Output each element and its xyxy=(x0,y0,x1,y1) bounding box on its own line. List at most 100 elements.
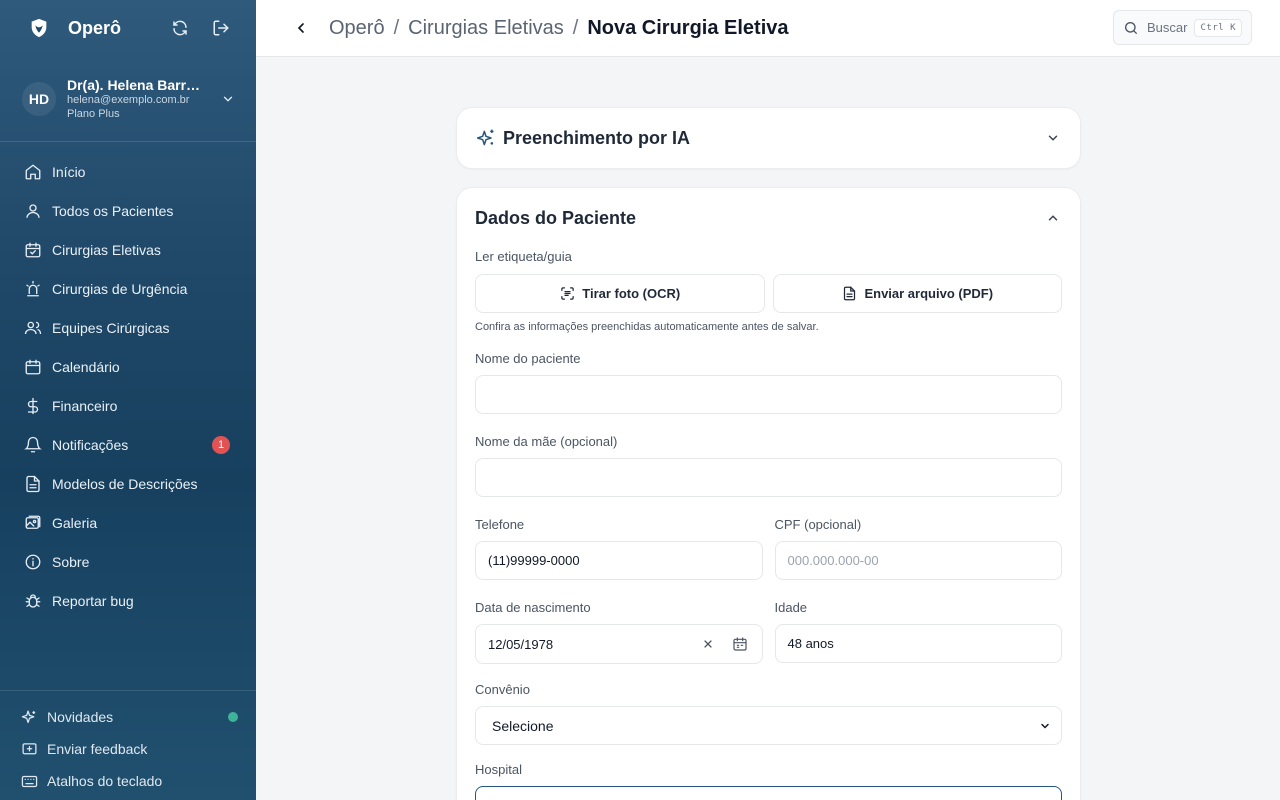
profile-plan: Plano Plus xyxy=(67,107,120,120)
profile-email: helena@exemplo.com.br xyxy=(67,93,190,106)
search-shortcut: Ctrl K xyxy=(1194,18,1242,37)
gallery-icon xyxy=(24,514,42,532)
hospital-block: Hospital Hospital Santa Aurora xyxy=(475,761,1062,800)
bug-icon xyxy=(24,592,42,610)
siren-icon xyxy=(24,280,42,298)
search-label: Buscar xyxy=(1147,20,1188,35)
back-arrow-icon[interactable] xyxy=(288,15,314,41)
brand-bar: Operô xyxy=(0,0,256,56)
chevron-down-icon[interactable] xyxy=(220,91,236,107)
sidebar-item-label: Cirurgias de Urgência xyxy=(52,280,188,297)
patient-card-title: Dados do Paciente xyxy=(475,207,637,228)
avatar: HD xyxy=(22,81,56,116)
sidebar-item-calendario[interactable]: Calendário xyxy=(0,347,256,386)
users-icon xyxy=(24,202,42,220)
mother-name-block: Nome da mãe (opcional) xyxy=(475,433,1062,497)
search-button[interactable]: Buscar Ctrl K xyxy=(1113,10,1252,45)
ocr-buttons: Tirar foto (OCR) Enviar arquivo (PDF) xyxy=(475,274,1062,313)
sidebar-item-label: Calendário xyxy=(52,358,120,375)
hospital-label: Hospital xyxy=(475,762,522,777)
file-text-icon xyxy=(24,475,42,493)
app-name: Operô xyxy=(68,17,122,38)
birth-age-row: Data de nascimento 12/05/1978 Idade 48 a… xyxy=(475,599,1062,664)
age-input[interactable]: 48 anos xyxy=(774,624,1062,663)
top-header: Operô / Cirurgias Eletivas / Nova Cirurg… xyxy=(256,0,1280,57)
birth-date-input[interactable]: 12/05/1978 xyxy=(475,624,763,664)
page-title: Nova Cirurgia Eletiva xyxy=(587,16,789,39)
notification-badge: 1 xyxy=(212,435,230,454)
insurance-select[interactable]: Selecione xyxy=(475,706,1062,745)
breadcrumb-separator: / xyxy=(572,16,579,39)
logout-icon[interactable] xyxy=(208,15,234,41)
pdf-upload-button[interactable]: Enviar arquivo (PDF) xyxy=(772,274,1062,313)
feedback-link[interactable]: Enviar feedback xyxy=(0,733,256,765)
sidebar-item-inicio[interactable]: Início xyxy=(0,152,256,191)
birth-label: Data de nascimento xyxy=(475,600,591,615)
ai-card-title: Preenchimento por IA xyxy=(503,127,691,148)
sidebar-item-bug[interactable]: Reportar bug xyxy=(0,581,256,620)
patient-name-block: Nome do paciente xyxy=(475,350,1062,414)
sidebar-item-sobre[interactable]: Sobre xyxy=(0,542,256,581)
sidebar-item-equipes[interactable]: Equipes Cirúrgicas xyxy=(0,308,256,347)
sidebar-item-pacientes[interactable]: Todos os Pacientes xyxy=(0,191,256,230)
sidebar-item-urgencia[interactable]: Cirurgias de Urgência xyxy=(0,269,256,308)
keyboard-icon xyxy=(20,772,38,790)
breadcrumb-eletivas[interactable]: Cirurgias Eletivas xyxy=(408,17,564,40)
chevron-up-icon[interactable] xyxy=(1044,209,1062,227)
news-link[interactable]: Novidades xyxy=(0,701,256,733)
news-dot xyxy=(228,712,238,722)
patient-card-header[interactable]: Dados do Paciente xyxy=(475,188,1062,248)
sidebar-item-galeria[interactable]: Galeria xyxy=(0,503,256,542)
breadcrumb: Operô / Cirurgias Eletivas / Nova Cirurg… xyxy=(329,17,789,40)
ai-fill-card[interactable]: Preenchimento por IA xyxy=(456,107,1081,169)
sidebar-item-notificacoes[interactable]: Notificações 1 xyxy=(0,425,256,464)
home-icon xyxy=(24,163,42,181)
shortcuts-label: Atalhos do teclado xyxy=(47,773,163,789)
mother-name-label: Nome da mãe (opcional) xyxy=(475,434,618,449)
sidebar-item-modelos[interactable]: Modelos de Descrições xyxy=(0,464,256,503)
read-label: Ler etiqueta/guia xyxy=(475,249,572,264)
phone-cpf-row: Telefone (11)99999-0000 CPF (opcional) 0… xyxy=(475,516,1062,580)
insurance-value: Selecione xyxy=(492,717,554,734)
sidebar-item-financeiro[interactable]: Financeiro xyxy=(0,386,256,425)
breadcrumb-separator: / xyxy=(393,16,400,39)
ocr-hint: Confira as informações preenchidas autom… xyxy=(475,321,819,333)
profile-menu[interactable]: HD Dr(a). Helena Barros Duarte helena@ex… xyxy=(0,56,256,142)
sparkles-icon xyxy=(475,127,497,149)
sidebar-item-eletivas[interactable]: Cirurgias Eletivas xyxy=(0,230,256,269)
sidebar-footer: Novidades Enviar feedback Atalhos do tec… xyxy=(0,690,256,800)
dollar-icon xyxy=(24,397,42,415)
clear-icon[interactable] xyxy=(698,634,718,654)
phone-input[interactable]: (11)99999-0000 xyxy=(475,541,763,580)
pdf-upload-label: Enviar arquivo (PDF) xyxy=(864,286,994,301)
bell-icon xyxy=(24,436,42,454)
calendar-icon[interactable] xyxy=(730,634,750,654)
phone-label: Telefone xyxy=(475,517,525,532)
cpf-block: CPF (opcional) 000.000.000-00 xyxy=(774,516,1062,580)
shield-logo-icon xyxy=(28,17,50,39)
search-icon xyxy=(1123,20,1139,36)
cpf-label: CPF (opcional) xyxy=(774,517,862,532)
sidebar: Operô HD Dr(a). Helena Barros Duarte hel… xyxy=(0,0,256,800)
cpf-input[interactable]: 000.000.000-00 xyxy=(774,541,1062,580)
sidebar-item-label: Reportar bug xyxy=(52,592,134,609)
patient-data-card: Dados do Paciente Ler etiqueta/guia Tira… xyxy=(456,187,1081,800)
calendar-icon xyxy=(24,358,42,376)
patient-name-label: Nome do paciente xyxy=(475,351,581,366)
sidebar-item-label: Galeria xyxy=(52,514,98,531)
birth-block: Data de nascimento 12/05/1978 xyxy=(475,599,763,664)
breadcrumb-home[interactable]: Operô xyxy=(329,17,385,40)
insurance-block: Convênio Selecione xyxy=(475,681,1062,745)
chevron-down-icon[interactable] xyxy=(1044,129,1062,147)
ocr-photo-label: Tirar foto (OCR) xyxy=(582,286,681,301)
ocr-photo-button[interactable]: Tirar foto (OCR) xyxy=(475,274,765,313)
feedback-label: Enviar feedback xyxy=(47,741,148,757)
mother-name-input[interactable] xyxy=(475,458,1062,497)
team-icon xyxy=(24,319,42,337)
calendar-check-icon xyxy=(24,241,42,259)
sidebar-nav: Início Todos os Pacientes Cirurgias Elet… xyxy=(0,142,256,620)
refresh-icon[interactable] xyxy=(167,15,193,41)
hospital-input[interactable]: Hospital Santa Aurora xyxy=(475,786,1062,800)
patient-name-input[interactable] xyxy=(475,375,1062,414)
shortcuts-link[interactable]: Atalhos do teclado xyxy=(0,765,256,797)
